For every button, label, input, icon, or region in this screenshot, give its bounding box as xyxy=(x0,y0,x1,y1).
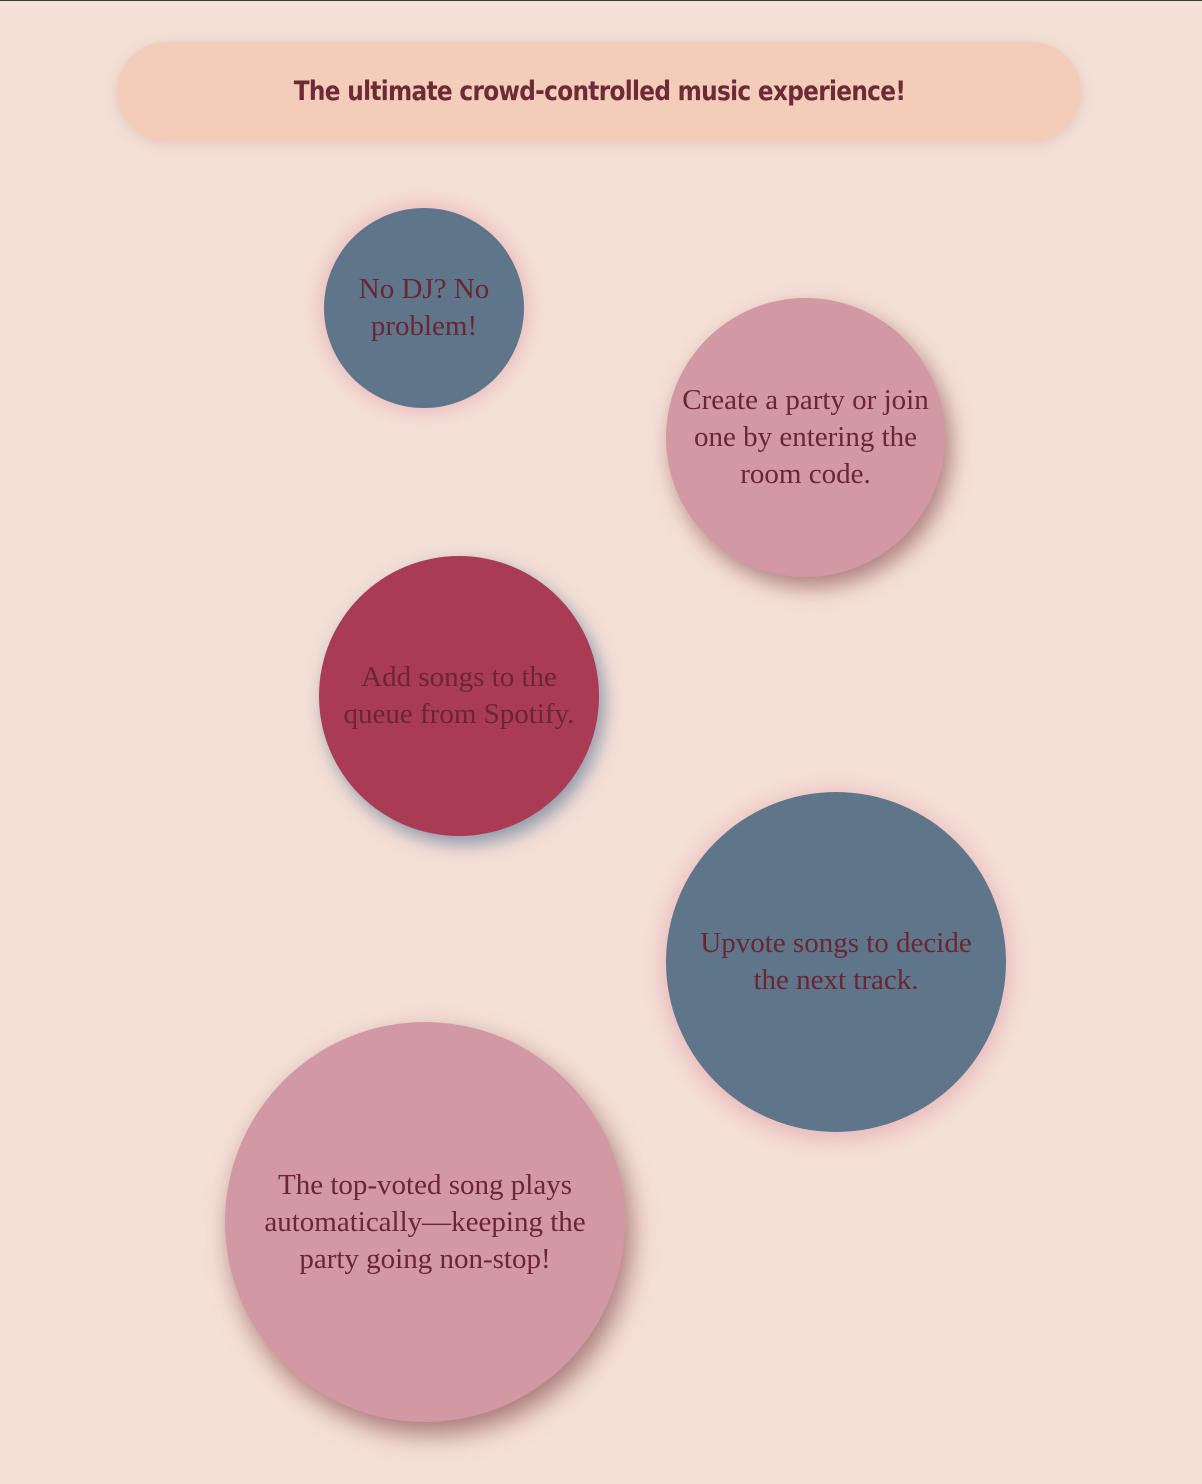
tagline-banner: The ultimate crowd-controlled music expe… xyxy=(117,42,1081,141)
feature-bubble-create-party: Create a party or join one by entering t… xyxy=(666,298,945,577)
feature-bubble-text: Upvote songs to decide the next track. xyxy=(700,927,972,996)
feature-bubble-text: Create a party or join one by entering t… xyxy=(682,384,929,490)
feature-bubble-text: Add songs to the queue from Spotify. xyxy=(343,661,575,730)
feature-bubble-upvote: Upvote songs to decide the next track. xyxy=(666,792,1006,1132)
tagline-text: The ultimate crowd-controlled music expe… xyxy=(293,76,905,107)
feature-bubble-add-songs: Add songs to the queue from Spotify. xyxy=(319,556,599,836)
feature-bubble-autoplay: The top-voted song plays automatically—k… xyxy=(225,1022,625,1422)
feature-bubble-text: No DJ? No problem! xyxy=(358,273,490,342)
feature-bubble-text: The top-voted song plays automatically—k… xyxy=(264,1168,586,1275)
feature-bubble-no-dj: No DJ? No problem! xyxy=(324,208,524,408)
